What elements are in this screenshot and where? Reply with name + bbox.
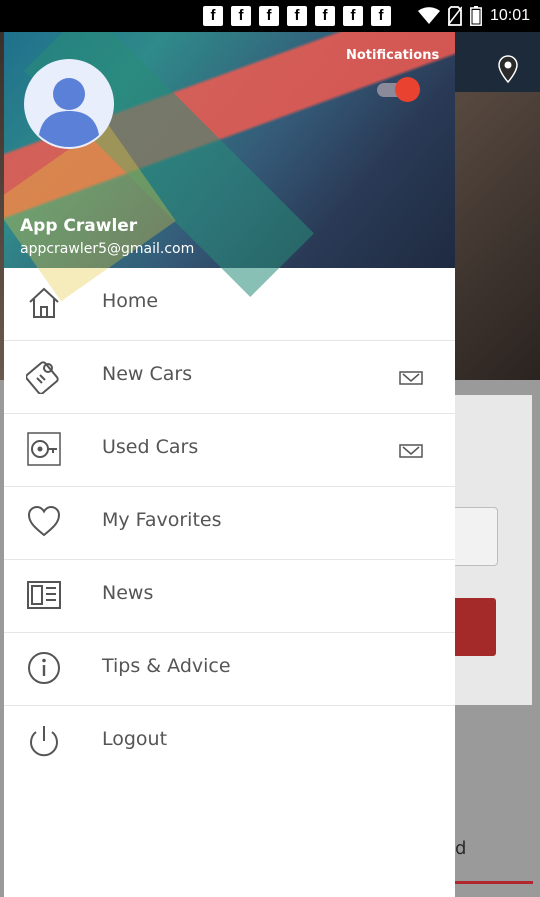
menu-item-used-cars[interactable]: Used Cars xyxy=(4,414,455,487)
power-icon xyxy=(30,726,58,757)
background-accent-line xyxy=(455,881,533,884)
menu-item-my-favorites[interactable]: My Favorites xyxy=(4,487,455,560)
used-car-key-icon xyxy=(27,432,61,466)
info-icon xyxy=(28,652,60,684)
facebook-notification-icon: f xyxy=(371,6,391,26)
drawer-header: Notifications App Crawler appcrawler5@gm… xyxy=(4,32,455,302)
facebook-notification-icon: f xyxy=(231,6,251,26)
switch-thumb xyxy=(395,77,420,102)
drawer-menu: Home New Cars Used Cars My Favorites New… xyxy=(4,268,455,778)
menu-item-label: News xyxy=(102,582,154,604)
chevron-down-icon[interactable] xyxy=(399,444,423,458)
facebook-notification-icon: f xyxy=(315,6,335,26)
avatar-icon[interactable] xyxy=(24,59,114,149)
menu-item-label: Home xyxy=(102,290,159,312)
facebook-notification-icon: f xyxy=(203,6,223,26)
background-input-field xyxy=(450,507,498,566)
facebook-notification-icon: f xyxy=(343,6,363,26)
user-email: appcrawler5@gmail.com xyxy=(20,241,195,257)
chevron-down-icon[interactable] xyxy=(399,371,423,385)
user-name: App Crawler xyxy=(20,216,138,236)
location-pin-icon[interactable] xyxy=(497,54,519,84)
battery-icon xyxy=(470,6,482,26)
news-icon xyxy=(27,581,61,609)
menu-item-tips-advice[interactable]: Tips & Advice xyxy=(4,633,455,706)
notification-icons: f f f f f f f xyxy=(203,6,391,26)
status-bar: f f f f f f f 10:01 xyxy=(0,0,540,32)
menu-item-home[interactable]: Home xyxy=(4,268,455,341)
car-key-icon xyxy=(26,361,59,394)
menu-item-label: Tips & Advice xyxy=(102,655,231,677)
clock: 10:01 xyxy=(489,7,530,24)
menu-item-label: Logout xyxy=(102,728,168,750)
notifications-switch[interactable] xyxy=(375,77,421,102)
wifi-icon xyxy=(417,7,440,24)
no-sim-icon xyxy=(447,6,462,26)
notifications-label: Notifications xyxy=(346,48,440,63)
facebook-notification-icon: f xyxy=(259,6,279,26)
heart-icon xyxy=(27,505,61,537)
home-icon xyxy=(29,287,59,318)
menu-item-label: My Favorites xyxy=(102,509,222,531)
menu-item-new-cars[interactable]: New Cars xyxy=(4,341,455,414)
navigation-drawer[interactable]: Notifications App Crawler appcrawler5@gm… xyxy=(4,32,455,897)
menu-item-news[interactable]: News xyxy=(4,560,455,633)
menu-item-logout[interactable]: Logout xyxy=(4,706,455,778)
menu-item-label: New Cars xyxy=(102,363,193,385)
background-partial-text: d xyxy=(455,838,467,859)
facebook-notification-icon: f xyxy=(287,6,307,26)
menu-item-label: Used Cars xyxy=(102,436,199,458)
